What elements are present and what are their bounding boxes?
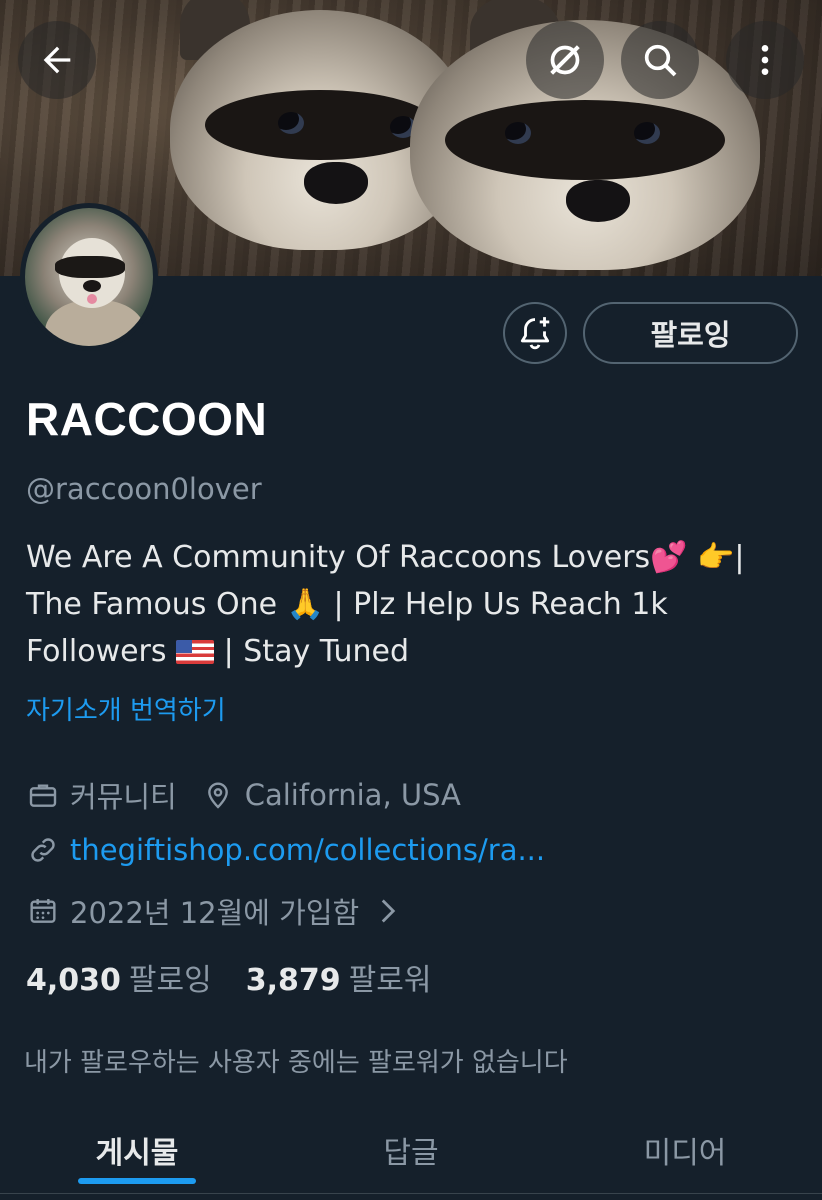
tab-label: 미디어: [643, 1136, 727, 1171]
tab-media[interactable]: 미디어: [548, 1118, 822, 1200]
grok-icon: [550, 45, 580, 75]
arrow-left-icon: [43, 46, 71, 74]
bell-plus-icon: [520, 317, 550, 350]
meta-row-website[interactable]: thegiftishop.com/collections/ra...: [26, 833, 545, 867]
bio-line: The Famous One 🙏 | Plz Help Us Reach 1k: [26, 587, 668, 622]
followers-count: 3,879: [245, 963, 341, 998]
profile-bio: We Are A Community Of Raccoons Lovers💕 👉…: [26, 534, 806, 675]
user-handle: @raccoon0lover: [26, 472, 262, 506]
display-name: RACCOON: [26, 393, 268, 445]
back-button[interactable]: [18, 21, 96, 99]
us-flag-icon: [176, 640, 215, 664]
search-button[interactable]: [621, 21, 699, 99]
bio-text: | Stay Tuned: [223, 634, 410, 669]
website-link[interactable]: thegiftishop.com/collections/ra...: [70, 833, 545, 867]
tab-label: 답글: [383, 1136, 439, 1171]
following-button[interactable]: 팔로잉: [583, 302, 798, 364]
follow-stats: 4,030 팔로잉 3,879 팔로워: [26, 955, 431, 999]
grok-button[interactable]: [526, 21, 604, 99]
raccoon-nose: [566, 180, 630, 222]
translate-bio-link[interactable]: 자기소개 번역하기: [26, 690, 226, 727]
tab-label: 게시물: [95, 1136, 179, 1171]
bio-line: We Are A Community Of Raccoons Lovers💕 👉…: [26, 540, 745, 575]
mutual-followers-note: 내가 팔로우하는 사용자 중에는 팔로워가 없습니다: [24, 1048, 568, 1078]
avatar-tongue: [87, 294, 97, 304]
search-icon: [644, 44, 677, 77]
location-label: California, USA: [244, 778, 461, 812]
bio-text: Followers: [26, 634, 167, 669]
raccoon-eye: [634, 122, 660, 144]
tab-posts[interactable]: 게시물: [0, 1118, 274, 1200]
link-icon: [26, 833, 60, 867]
bio-line: Followers | Stay Tuned: [26, 628, 806, 675]
avatar-mask: [55, 256, 125, 278]
chevron-right-icon: [377, 897, 399, 925]
joined-date: 2022년 12월에 가입함: [70, 896, 360, 930]
following-label: 팔로잉: [128, 963, 212, 998]
briefcase-icon: [26, 778, 60, 812]
profile-tabs: 게시물 답글 미디어: [0, 1118, 822, 1200]
calendar-icon: [26, 894, 60, 928]
active-tab-indicator: [78, 1178, 196, 1184]
meta-row-category-location: 커뮤니티 California, USA: [26, 774, 461, 816]
following-stat[interactable]: 4,030 팔로잉: [26, 955, 212, 999]
raccoon-eye: [505, 122, 531, 144]
category-label: 커뮤니티: [70, 780, 177, 814]
tab-replies[interactable]: 답글: [274, 1118, 548, 1200]
raccoon-mask-right: [445, 100, 725, 180]
followers-stat[interactable]: 3,879 팔로워: [246, 955, 432, 999]
more-button[interactable]: [726, 21, 804, 99]
profile-avatar[interactable]: [20, 203, 158, 351]
following-count: 4,030: [26, 963, 121, 998]
raccoon-eye: [278, 112, 304, 134]
notify-button[interactable]: [503, 302, 567, 364]
followers-label: 팔로워: [348, 963, 432, 998]
avatar-nose: [83, 280, 101, 292]
meta-row-joined[interactable]: 2022년 12월에 가입함: [26, 890, 399, 932]
location-pin-icon: [201, 778, 235, 812]
tab-divider: [0, 1193, 822, 1194]
raccoon-nose: [304, 162, 368, 204]
more-vertical-icon: [761, 45, 769, 75]
